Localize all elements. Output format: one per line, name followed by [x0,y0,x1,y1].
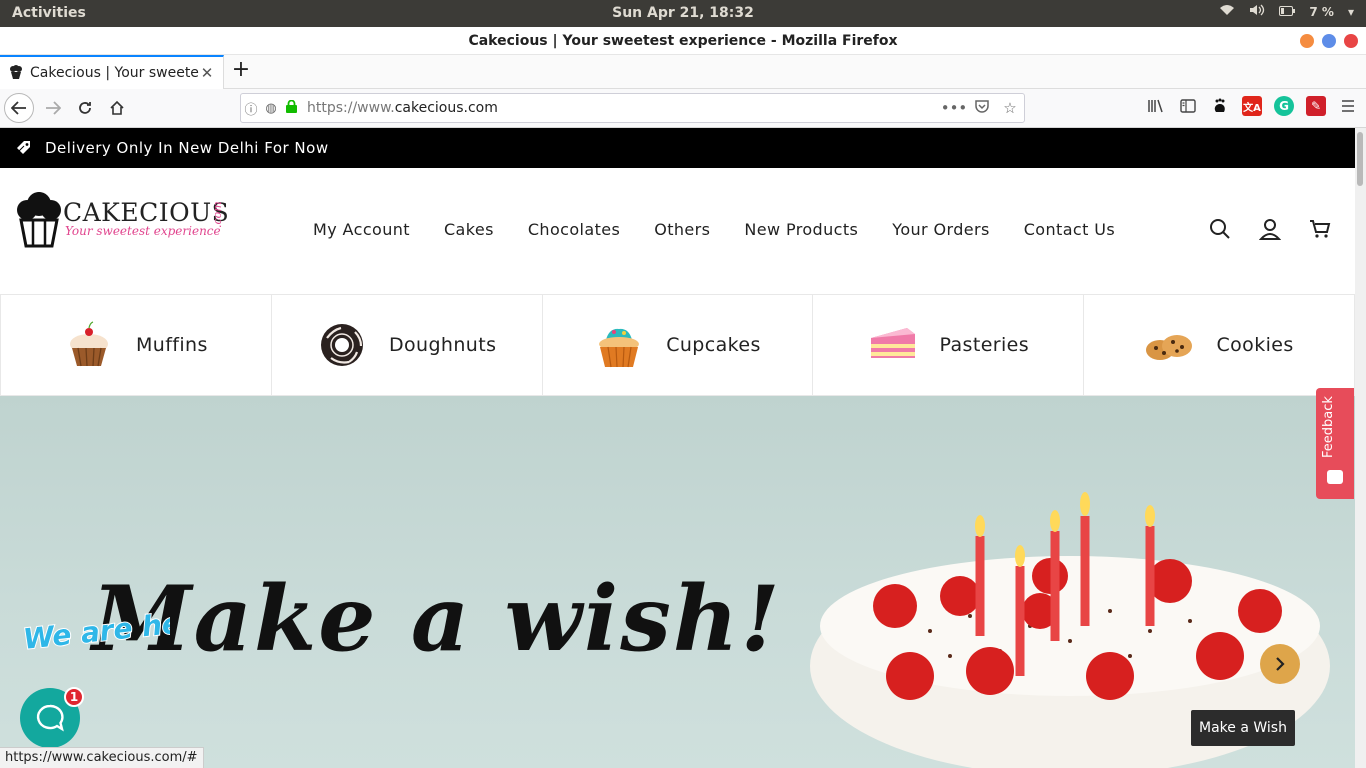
page-scrollbar[interactable] [1355,128,1366,768]
chevron-right-icon [1276,657,1285,671]
nav-my-account[interactable]: My Account [296,220,427,239]
wifi-icon [1219,4,1235,19]
hero-slider[interactable]: Make a wish! Make a Wish [0,396,1355,768]
nav-chocolates[interactable]: Chocolates [511,220,637,239]
library-icon[interactable] [1146,96,1166,116]
category-label: Cookies [1216,334,1294,356]
bookmark-star-icon[interactable]: ☆ [996,99,1024,117]
arrow-left-icon [11,101,26,115]
logo-tagline: Your sweetest experience [65,224,221,238]
hamburger-menu-icon[interactable] [1338,96,1358,116]
announcement-bar: Delivery Only In New Delhi For Now [0,128,1355,168]
window-titlebar: Cakecious | Your sweetest experience - M… [0,27,1366,55]
tag-icon [17,141,30,154]
reload-button[interactable] [70,93,100,123]
nav-your-orders[interactable]: Your Orders [875,220,1006,239]
system-top-bar: Activities Sun Apr 21, 18:32 7 % ▾ [0,0,1366,27]
cupcake-logo-icon [17,192,61,248]
url-bar[interactable]: ⓘ ◍ https://www.cakecious.com ••• ☆ [240,93,1025,123]
tracking-protection-icon[interactable]: ◍ [261,101,281,116]
search-icon[interactable] [1209,218,1231,240]
window-title: Cakecious | Your sweetest experience - M… [468,33,898,49]
muffin-icon [69,321,108,367]
category-label: Pasteries [939,334,1030,356]
category-pasteries[interactable]: Pasteries [813,295,1085,395]
pen-extension-icon[interactable]: ✎ [1306,96,1326,116]
gnome-extension-icon[interactable] [1210,96,1230,116]
toolbar-extensions: 文A G ✎ [1146,96,1358,116]
back-button[interactable] [4,93,34,123]
pocket-icon[interactable] [968,99,996,117]
link-status-bar: https://www.cakecious.com/# [0,747,204,768]
we-are-here-chat-banner[interactable]: We are here! [20,612,170,692]
site-info-icon[interactable]: ⓘ [241,99,261,118]
feedback-icon [1327,470,1343,484]
doughnut-icon [320,324,363,366]
home-button[interactable] [102,93,132,123]
tab-close-icon[interactable]: ✕ [199,64,215,82]
grammarly-icon[interactable]: G [1274,96,1294,116]
feedback-tab[interactable]: Feedback [1316,388,1354,499]
arrow-right-icon [46,101,61,115]
sidebar-icon[interactable] [1178,96,1198,116]
reload-icon [79,102,91,114]
category-label: Muffins [135,334,208,356]
cookies-icon [1146,335,1193,360]
feedback-label: Feedback [1321,396,1336,458]
tab-label: Cakecious | Your sweetest experience [30,65,199,81]
page-actions-icon[interactable]: ••• [940,99,968,117]
category-doughnuts[interactable]: Doughnuts [272,295,543,395]
nav-others[interactable]: Others [637,220,727,239]
tab-strip: Cakecious | Your sweetest experience ✕ + [0,55,1366,89]
make-a-wish-tooltip: Make a Wish [1191,710,1295,746]
navigation-toolbar: ⓘ ◍ https://www.cakecious.com ••• ☆ 文A G… [0,89,1366,128]
cupcake-favicon-icon [8,65,24,81]
system-menu-arrow-icon: ▾ [1347,4,1354,19]
translate-extension-icon[interactable]: 文A [1242,96,1262,116]
category-muffins[interactable]: Muffins [0,295,272,395]
url-text[interactable]: https://www.cakecious.com [301,100,940,116]
volume-icon [1249,4,1265,19]
nav-contact-us[interactable]: Contact Us [1007,220,1132,239]
slider-next-button[interactable] [1260,644,1300,684]
system-clock[interactable]: Sun Apr 21, 18:32 [0,5,1366,21]
category-cookies[interactable]: Cookies [1084,295,1355,395]
site-header: CAKECIOUS .com Your sweetest experience … [0,168,1355,295]
nav-new-products[interactable]: New Products [727,220,875,239]
tab-cakecious[interactable]: Cakecious | Your sweetest experience ✕ [0,55,224,89]
maximize-button[interactable] [1322,34,1336,48]
close-window-button[interactable] [1344,34,1358,48]
site-logo[interactable]: CAKECIOUS .com Your sweetest experience [15,188,230,250]
lock-icon[interactable] [281,99,301,117]
minimize-button[interactable] [1300,34,1314,48]
category-cupcakes[interactable]: Cupcakes [543,295,814,395]
web-page: Delivery Only In New Delhi For Now CAKEC… [0,128,1355,768]
new-tab-button[interactable]: + [230,59,252,83]
main-navigation: My Account Cakes Chocolates Others New P… [296,220,1132,239]
category-label: Doughnuts [388,334,497,356]
system-tray[interactable]: 7 % ▾ [1219,4,1354,19]
account-icon[interactable] [1259,218,1281,240]
category-label: Cupcakes [666,334,761,356]
chat-bubble-icon [36,704,64,732]
scrollbar-thumb[interactable] [1357,132,1363,186]
category-bar: Muffins Doughnuts Cupcakes Pasteries Coo… [0,295,1355,396]
svg-text:We are here!: We are here! [22,612,170,656]
chat-notification-badge: 1 [64,687,84,707]
header-icons [1209,218,1331,240]
battery-percent: 7 % [1309,4,1334,19]
pastry-icon [870,328,915,358]
nav-cakes[interactable]: Cakes [427,220,511,239]
home-icon [110,100,124,115]
hero-headline: Make a wish! [92,566,782,672]
announcement-text: Delivery Only In New Delhi For Now [45,139,329,157]
cart-icon[interactable] [1309,218,1331,240]
logo-wordmark: CAKECIOUS [63,198,230,227]
battery-icon [1279,5,1296,19]
cupcake-icon [599,328,640,368]
forward-button[interactable] [38,93,68,123]
